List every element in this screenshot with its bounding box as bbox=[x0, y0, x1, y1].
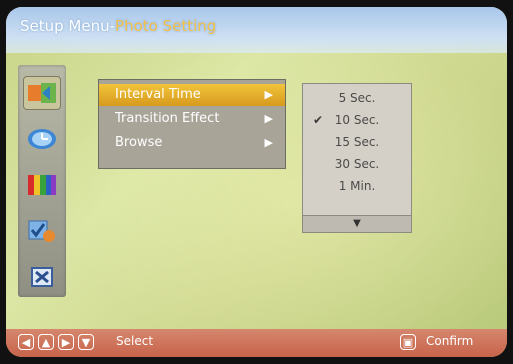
category-sidebar bbox=[18, 65, 66, 297]
select-hint: Select bbox=[116, 334, 154, 348]
submenu-option-label: 10 Sec. bbox=[334, 113, 380, 127]
exit-icon[interactable] bbox=[24, 261, 60, 293]
photo-setting-icon[interactable] bbox=[24, 77, 60, 109]
setup-screen: Setup Menu-Photo Setting Interval Time ▶… bbox=[6, 7, 507, 357]
chevron-down-icon: ▼ bbox=[353, 218, 361, 229]
submenu-option-1-min[interactable]: 1 Min. bbox=[303, 176, 411, 196]
menu-item-browse[interactable]: Browse ▶ bbox=[99, 132, 285, 154]
submenu-option-15-sec[interactable]: 15 Sec. bbox=[303, 132, 411, 152]
submenu-option-label: 5 Sec. bbox=[338, 91, 376, 105]
submenu-option-label: 30 Sec. bbox=[334, 157, 380, 171]
title-bar: Setup Menu-Photo Setting bbox=[6, 7, 507, 53]
submenu-option-5-sec[interactable]: 5 Sec. bbox=[303, 88, 411, 108]
submenu-option-30-sec[interactable]: 30 Sec. bbox=[303, 154, 411, 174]
photo-setting-menu: Interval Time ▶ Transition Effect ▶ Brow… bbox=[98, 79, 286, 169]
submenu-option-label: 1 Min. bbox=[338, 179, 376, 193]
title-prefix: Setup Menu- bbox=[20, 17, 116, 35]
menu-item-label: Interval Time bbox=[115, 87, 201, 102]
submenu-option-label: 15 Sec. bbox=[334, 135, 380, 149]
confirm-hint: Confirm bbox=[426, 334, 474, 348]
down-arrow-icon: ▼ bbox=[78, 334, 94, 350]
checklist-icon[interactable] bbox=[24, 215, 60, 247]
confirm-icon: ▣ bbox=[400, 334, 416, 350]
left-arrow-icon: ◀ bbox=[18, 334, 34, 350]
display-color-bars-icon[interactable] bbox=[24, 169, 60, 201]
menu-item-transition-effect[interactable]: Transition Effect ▶ bbox=[99, 108, 285, 130]
chevron-right-icon: ▶ bbox=[264, 112, 273, 125]
footer-bar: ◀ ▲ ▶ ▼ Select ▣ Confirm bbox=[6, 329, 507, 357]
clock-icon[interactable] bbox=[24, 123, 60, 155]
chevron-right-icon: ▶ bbox=[264, 88, 273, 101]
scroll-down-button[interactable]: ▼ bbox=[303, 215, 411, 232]
check-icon: ✔ bbox=[313, 113, 324, 127]
page-title: Setup Menu-Photo Setting bbox=[20, 17, 216, 35]
interval-time-submenu: 5 Sec. ✔ 10 Sec. 15 Sec. 30 Sec. 1 Min. … bbox=[302, 83, 412, 233]
menu-item-label: Transition Effect bbox=[115, 111, 220, 126]
menu-item-interval-time[interactable]: Interval Time ▶ bbox=[99, 84, 285, 106]
title-section: Photo Setting bbox=[115, 17, 217, 35]
chevron-right-icon: ▶ bbox=[264, 136, 273, 149]
up-arrow-icon: ▲ bbox=[38, 334, 54, 350]
menu-item-label: Browse bbox=[115, 135, 163, 150]
submenu-option-10-sec[interactable]: ✔ 10 Sec. bbox=[303, 110, 411, 130]
right-arrow-icon: ▶ bbox=[58, 334, 74, 350]
